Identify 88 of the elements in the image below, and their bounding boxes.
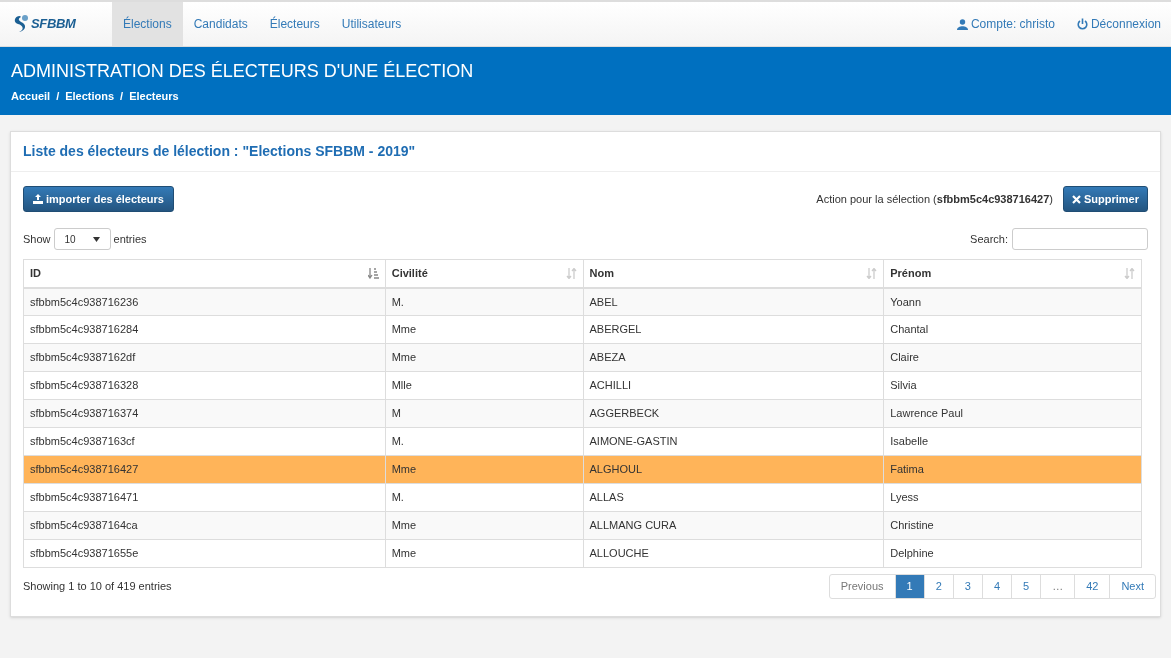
table-cell: M. — [385, 287, 583, 316]
panel-title: Liste des électeurs de lélection : "Elections SFBBM - 2019" — [11, 132, 1160, 172]
close-icon — [1072, 194, 1081, 204]
account-link[interactable]: Compte: christo — [956, 15, 1055, 33]
table-cell: ACHILLI — [583, 371, 884, 400]
table-cell: sfbbm5c4c9387164ca — [23, 511, 386, 540]
table-cell: ABERGEL — [583, 315, 884, 344]
delete-button[interactable]: Supprimer — [1063, 186, 1148, 212]
column-header[interactable]: Prénom — [883, 259, 1142, 288]
table-cell: ALGHOUL — [583, 455, 884, 484]
table-cell: Mme — [385, 343, 583, 372]
table-cell: Silvia — [883, 371, 1142, 400]
table-cell: Claire — [883, 343, 1142, 372]
table-cell: Fatima — [883, 455, 1142, 484]
table-cell: sfbbm5c4c9387163cf — [23, 427, 386, 456]
table-cell: sfbbm5c4c938716236 — [23, 287, 386, 316]
pagination-button[interactable]: Next — [1109, 574, 1156, 599]
table-cell: Christine — [883, 511, 1142, 540]
table-cell: Mme — [385, 315, 583, 344]
column-header[interactable]: Nom — [583, 259, 884, 288]
logo-text: SFBBM — [31, 15, 76, 34]
table-cell: M — [385, 399, 583, 428]
table-cell: AGGERBECK — [583, 399, 884, 428]
table-row[interactable]: sfbbm5c4c938716236 M. ABEL Yoann — [23, 287, 1142, 316]
table-cell: ABEZA — [583, 343, 884, 372]
table-info: Showing 1 to 10 of 419 entries — [23, 579, 172, 595]
page-title: ADMINISTRATION DES ÉLECTEURS D'UNE ÉLECTION — [11, 60, 475, 82]
column-header[interactable]: ID — [23, 259, 386, 288]
table-row[interactable]: sfbbm5c4c938716471 M. ALLAS Lyess — [23, 483, 1142, 512]
table-cell: Mme — [385, 455, 583, 484]
table-cell: sfbbm5c4c938716427 — [23, 455, 386, 484]
breadcrumb-separator: / — [120, 89, 124, 104]
table-cell: Yoann — [883, 287, 1142, 316]
user-icon — [956, 18, 968, 30]
breadcrumb-link[interactable]: Accueil — [11, 88, 51, 105]
pagination-button[interactable]: 1 — [894, 574, 925, 599]
caret-icon — [92, 236, 100, 242]
table-cell: Delphine — [883, 539, 1142, 568]
table-cell: Chantal — [883, 315, 1142, 344]
table-cell: Lyess — [883, 483, 1142, 512]
search-field[interactable] — [1012, 228, 1148, 250]
logout-link[interactable]: Déconnexion — [1076, 15, 1161, 33]
table-cell: Mlle — [385, 371, 583, 400]
table-cell: sfbbm5c4c938716328 — [23, 371, 386, 400]
breadcrumb-link[interactable]: Elections — [65, 88, 115, 105]
table-cell: sfbbm5c4c93871655e — [23, 539, 386, 568]
column-header[interactable]: Civilité — [385, 259, 583, 288]
table-cell: Lawrence Paul — [883, 399, 1142, 428]
table-cell: sfbbm5c4c938716374 — [23, 399, 386, 428]
table-row[interactable]: sfbbm5c4c938716284 Mme ABERGEL Chantal — [23, 315, 1142, 344]
page-length-select[interactable]: 10 — [53, 228, 111, 250]
search-label: Search: — [970, 231, 1008, 247]
table-cell: M. — [385, 427, 583, 456]
table-row[interactable]: sfbbm5c4c938716328 Mlle ACHILLI Silvia — [23, 371, 1142, 400]
table-row[interactable]: sfbbm5c4c938716374 M AGGERBECK Lawrence Paul — [23, 399, 1142, 428]
table-cell: ALLMANG CURA — [583, 511, 884, 540]
table-row[interactable]: sfbbm5c4c9387162df Mme ABEZA Claire — [23, 343, 1142, 372]
table-cell: sfbbm5c4c938716284 — [23, 315, 386, 344]
pagination-button[interactable]: 5 — [1011, 574, 1042, 599]
table-cell: ALLOUCHE — [583, 539, 884, 568]
table-cell: Isabelle — [883, 427, 1142, 456]
nav-tab[interactable]: Électeurs — [258, 2, 331, 46]
table-cell: AIMONE-GASTIN — [583, 427, 884, 456]
table-cell: Mme — [385, 539, 583, 568]
table-cell: M. — [385, 483, 583, 512]
power-icon — [1076, 18, 1088, 30]
nav-tab[interactable]: Candidats — [182, 2, 259, 46]
show-label: Show — [23, 231, 51, 247]
breadcrumb-link[interactable]: Electeurs — [129, 88, 179, 105]
pagination-button[interactable]: 2 — [923, 574, 954, 599]
upload-icon — [33, 194, 43, 204]
nav-tab[interactable]: Élections — [112, 2, 183, 46]
table-row[interactable]: sfbbm5c4c938716427 Mme ALGHOUL Fatima — [23, 455, 1142, 484]
table-row[interactable]: sfbbm5c4c9387164ca Mme ALLMANG CURA Christine — [23, 511, 1142, 540]
pagination-button[interactable]: 42 — [1074, 574, 1111, 599]
entries-label: entries — [113, 231, 147, 247]
table-row[interactable]: sfbbm5c4c93871655e Mme ALLOUCHE Delphine — [23, 539, 1142, 568]
table-cell: ABEL — [583, 287, 884, 316]
table-cell: Mme — [385, 511, 583, 540]
table-cell: ALLAS — [583, 483, 884, 512]
breadcrumb-separator: / — [56, 89, 60, 104]
table-row[interactable]: sfbbm5c4c9387163cf M. AIMONE-GASTIN Isabelle — [23, 427, 1142, 456]
pagination-button[interactable]: 3 — [952, 574, 983, 599]
nav-tab[interactable]: Utilisateurs — [330, 2, 413, 46]
selection-action-text: Action pour la sélection (sfbbm5c4c938716427) — [816, 191, 1053, 207]
import-button[interactable]: importer des électeurs — [23, 186, 174, 212]
table-cell: sfbbm5c4c938716471 — [23, 483, 386, 512]
table-cell: sfbbm5c4c9387162df — [23, 343, 386, 372]
